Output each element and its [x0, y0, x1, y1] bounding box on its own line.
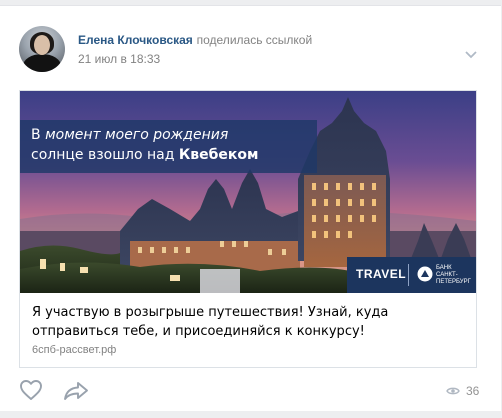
avatar-body — [23, 54, 61, 72]
headline-line-2-bold: Квебеком — [178, 147, 259, 163]
avatar-face — [34, 35, 50, 55]
ad-banner-image[interactable]: В момент моего рождения солнце взошло на… — [20, 91, 476, 293]
heart-icon[interactable] — [19, 379, 43, 401]
post-action-text: поделилась ссылкой — [196, 33, 313, 47]
author-avatar[interactable] — [19, 26, 65, 72]
post-card: Елена Клочковская поделилась ссылкой 21 … — [0, 5, 501, 411]
badge-divider — [408, 264, 409, 286]
bank-logo-icon — [417, 266, 433, 282]
bank-name: БАНК САНКТ- ПЕТЕРБУРГ — [436, 265, 471, 285]
travel-label: TRAVEL — [356, 267, 407, 281]
author-name-link[interactable]: Елена Клочковская — [78, 33, 193, 47]
ad-headline: В момент моего рождения солнце взошло на… — [20, 120, 317, 173]
post-date[interactable]: 21 июл в 18:33 — [78, 52, 160, 66]
eye-icon — [446, 387, 460, 395]
headline-line-1: В момент моего рождения — [31, 127, 228, 143]
headline-line-1-prefix: В — [31, 127, 46, 143]
views-count: 36 — [466, 384, 480, 398]
headline-line-2-prefix: солнце взошло над — [31, 147, 179, 163]
travel-badge: TRAVEL БАНК САНКТ- ПЕТЕРБУРГ — [347, 257, 476, 293]
link-attachment[interactable]: В момент моего рождения солнце взошло на… — [19, 90, 477, 368]
headline-line-2: солнце взошло над Квебеком — [31, 147, 259, 163]
chevron-down-icon[interactable] — [464, 50, 478, 60]
share-arrow-icon[interactable] — [63, 381, 89, 401]
post-header: Елена Клочковская поделилась ссылкой — [78, 33, 312, 47]
link-title[interactable]: Я участвую в розыгрыше путешествия! Узна… — [32, 303, 452, 341]
link-domain[interactable]: 6спб-рассвет.рф — [32, 344, 116, 356]
headline-line-1-italic: момент моего рождения — [45, 127, 229, 143]
